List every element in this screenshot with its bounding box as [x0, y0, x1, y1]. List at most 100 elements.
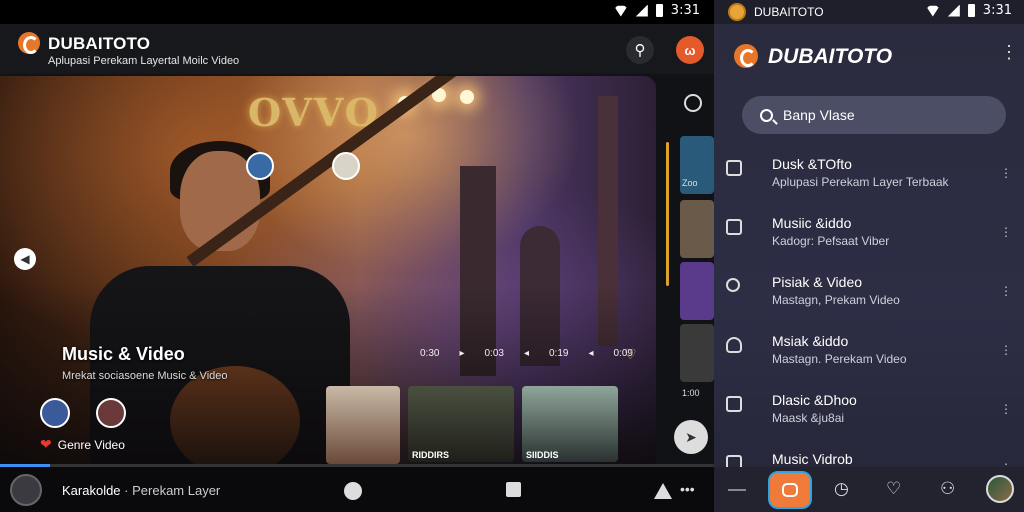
app-brand: DUBAITOTO [48, 34, 151, 53]
control-item[interactable]: ◂ [524, 348, 529, 359]
item-more-icon[interactable]: ⋮ [1000, 166, 1012, 180]
status-app-title: DUBAITOTO [754, 5, 824, 19]
list-item-title: Dlasic &Dhoo [772, 392, 857, 408]
item-more-icon[interactable]: ⋮ [1000, 284, 1012, 298]
rail-thumb[interactable] [680, 262, 714, 320]
list-item[interactable]: Dlasic &Dhoo Maask &ju8ai ⋮ [714, 386, 1024, 445]
search-bar[interactable]: Banp Vlase [742, 96, 1006, 134]
item-more-icon[interactable]: ⋮ [1000, 225, 1012, 239]
status-time: 3:31 [982, 3, 1012, 18]
hero-title: Music & Video [62, 344, 185, 364]
list-item[interactable]: Musiic &iddo Kadogr: Pefsaat Viber ⋮ [714, 209, 1024, 268]
share-icon[interactable]: ➤ [674, 420, 708, 454]
playback-controls[interactable]: 0:30 ▸ 0:03 ◂ 0:19 ◂ 0:09 [420, 348, 633, 359]
artist-avatar[interactable] [96, 398, 126, 428]
thumb-caption: SIIDDIS [526, 450, 559, 460]
search-icon [726, 278, 740, 292]
genre-tag[interactable]: ❤ Genre Video [40, 436, 125, 453]
user-icon [726, 337, 742, 353]
overview-square-button[interactable] [506, 482, 521, 497]
wifi-icon [925, 5, 940, 17]
video-thumb[interactable]: RIDDIRS [408, 386, 514, 462]
hero-subtitle: Mrekat sociasoene Music & Video [62, 370, 228, 382]
user-avatar[interactable] [986, 475, 1014, 503]
control-item[interactable]: ◂ [588, 348, 593, 359]
square-icon [726, 160, 742, 176]
home-circle-button[interactable] [344, 482, 362, 500]
app-logo-icon [18, 32, 40, 54]
prev-arrow-icon[interactable]: ◀ [14, 248, 36, 270]
track-avatar [10, 474, 42, 506]
video-thumb[interactable]: SIIDDIS [522, 386, 618, 462]
list-item-title: Pisiak & Video [772, 274, 863, 290]
rail-thumb[interactable] [680, 200, 714, 258]
list-item-title: Music Vidrob [772, 451, 853, 467]
control-item[interactable]: 0:19 [549, 348, 568, 359]
top-app-bar: DUBAITOTO Aplupasi Perekam Layertal Moil… [0, 24, 714, 74]
related-video-thumbs: RIDDIRS SIIDDIS [326, 386, 618, 464]
list-item-title: Msiak &iddo [772, 333, 849, 349]
side-rail: Zoo 1:00 ➤ [664, 76, 714, 464]
heart-icon: ❤ [40, 436, 52, 452]
menu-brand: DUBAITOTO [768, 45, 893, 68]
artist-avatars [40, 398, 126, 428]
list-item[interactable]: Dusk &TOfto Aplupasi Perekam Layer Terba… [714, 150, 1024, 209]
item-more-icon[interactable]: ⋮ [1000, 402, 1012, 416]
wrench-icon-button[interactable]: ⚲ [626, 36, 654, 64]
rail-bottom-label: 1:00 [682, 388, 700, 398]
side-menu-pane: DUBAITOTO 3:31 DUBAITOTO ⋮ Banp Vlase Du… [714, 0, 1024, 512]
mini-player[interactable]: Karakolde · Perekam Layer ••• [0, 467, 714, 512]
track-subtitle: · Perekam Layer [124, 483, 221, 498]
app-badge-icon [728, 3, 746, 21]
brand-logo-icon [734, 44, 758, 68]
list-item-subtitle: Maask &ju8ai [772, 411, 845, 425]
heart-icon[interactable]: ♡ [886, 479, 901, 499]
list-item-title: Dusk &TOfto [772, 156, 852, 172]
status-bar-left: 3:31 [0, 0, 714, 24]
main-player-pane: 3:31 DUBAITOTO Aplupasi Perekam Layertal… [0, 0, 714, 512]
list-item-subtitle: Kadogr: Pefsaat Viber [772, 234, 890, 248]
rail-thumb-label: Zoo [682, 178, 698, 188]
like-icon[interactable]: ♡ [624, 346, 637, 363]
floating-avatar[interactable] [246, 152, 274, 180]
control-item[interactable]: 0:30 [420, 348, 439, 359]
menu-list: Dusk &TOfto Aplupasi Perekam Layer Terba… [714, 150, 1024, 504]
item-more-icon[interactable]: ⋮ [1000, 343, 1012, 357]
signal-icon [947, 4, 960, 17]
battery-icon [967, 4, 975, 17]
history-icon[interactable] [684, 94, 702, 112]
wifi-icon [613, 5, 628, 17]
list-item[interactable]: Msiak &iddo Mastagn. Perekam Video ⋮ [714, 327, 1024, 386]
floating-avatar[interactable] [332, 152, 360, 180]
list-item[interactable]: Pisiak & Video Mastagn, Prekam Video ⋮ [714, 268, 1024, 327]
status-bar-right: DUBAITOTO 3:31 [714, 0, 1024, 24]
clock-icon[interactable]: ◷ [834, 479, 849, 499]
list-item-subtitle: Aplupasi Perekam Layer Terbaak [772, 175, 949, 189]
nav-home-button[interactable] [768, 471, 812, 509]
track-info: Karakolde · Perekam Layer [62, 483, 220, 498]
home-icon [782, 483, 798, 497]
status-time: 3:31 [670, 3, 700, 18]
track-title: Karakolde [62, 483, 121, 498]
overflow-menu-icon[interactable]: ⋮ [1000, 42, 1018, 63]
square-icon [726, 219, 742, 235]
list-item-subtitle: Mastagn. Perekam Video [772, 352, 907, 366]
thumb-caption: RIDDIRS [412, 450, 450, 460]
rail-thumb[interactable] [680, 324, 714, 382]
genre-label: Genre Video [57, 437, 125, 452]
control-item[interactable]: 0:03 [485, 348, 504, 359]
video-thumb[interactable] [326, 386, 400, 464]
list-item-title: Musiic &iddo [772, 215, 852, 231]
more-icon[interactable]: ••• [680, 481, 695, 497]
square-icon [726, 396, 742, 412]
control-item[interactable]: ▸ [459, 348, 464, 359]
profile-icon[interactable]: ⚇ [940, 479, 955, 499]
search-placeholder: Banp Vlase [783, 107, 855, 123]
menu-dash-icon[interactable] [728, 489, 746, 491]
app-subtitle: Aplupasi Perekam Layertal Moilc Video [48, 55, 240, 67]
artist-avatar[interactable] [40, 398, 70, 428]
cast-icon[interactable] [654, 483, 672, 499]
search-icon [760, 108, 773, 122]
battery-icon [655, 4, 663, 17]
account-avatar[interactable]: ω [676, 36, 704, 64]
